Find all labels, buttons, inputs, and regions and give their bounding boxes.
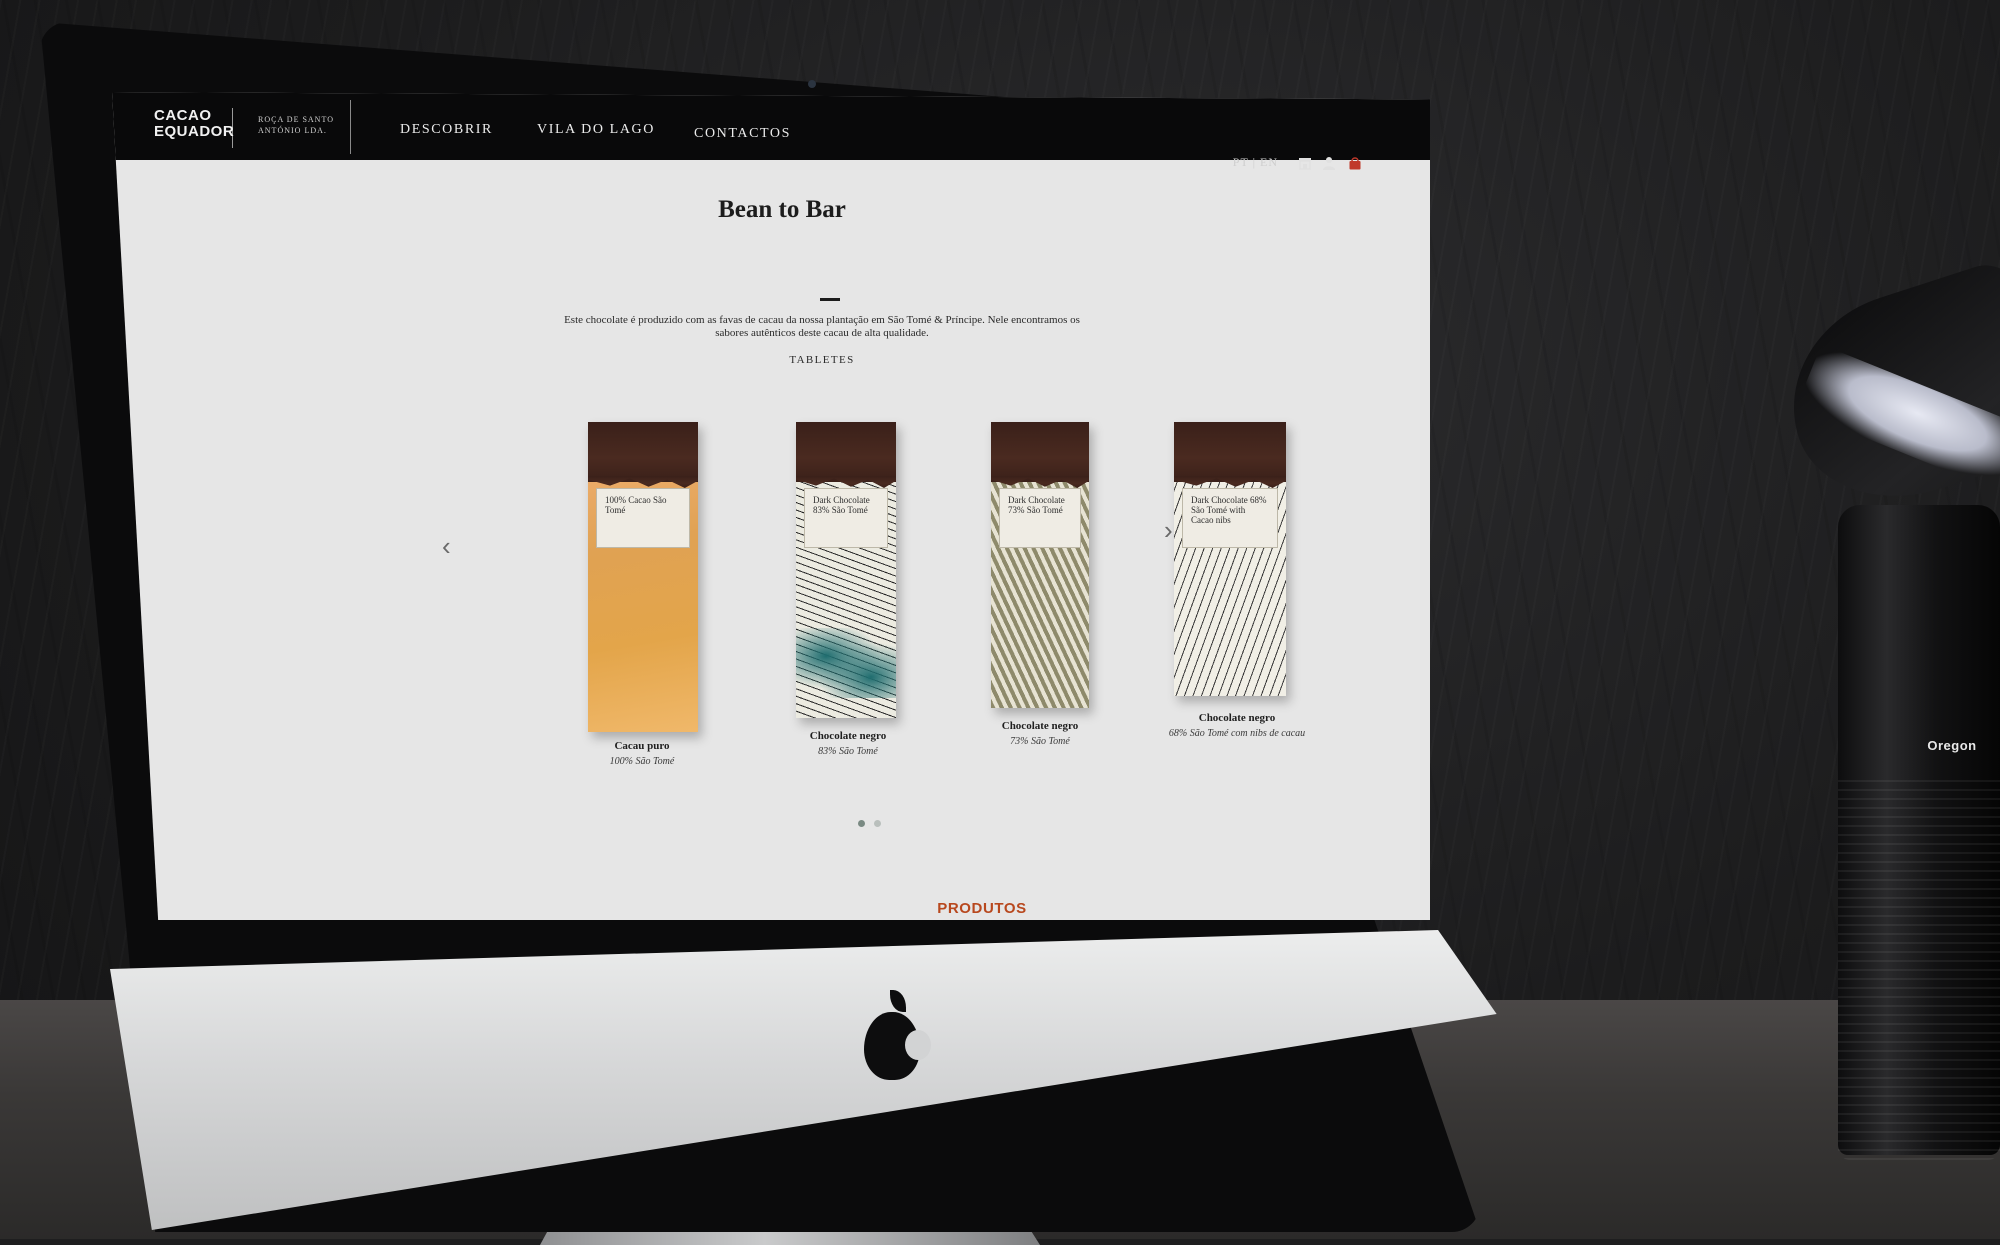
carousel-dot[interactable] — [874, 820, 881, 827]
nav-vila-do-lago[interactable]: VILA DO LAGO — [537, 122, 655, 138]
title-underline — [820, 298, 840, 301]
product-image-negro-68[interactable]: Dark Chocolate 68% São Tomé with Cacao n… — [1174, 422, 1286, 696]
logo-sub-line-1: ROÇA DE SANTO — [258, 115, 334, 124]
carousel-prev-arrow[interactable]: ‹ — [442, 533, 451, 559]
section-label-tabletes: TABLETES — [789, 354, 855, 366]
product-variant: 100% São Tomé — [609, 756, 675, 767]
site-header: CACAO EQUADOR ROÇA DE SANTO ANTÓNIO LDA.… — [112, 92, 1430, 160]
product-variant: 83% São Tomé — [818, 746, 878, 757]
product-name[interactable]: Cacau puro — [582, 740, 702, 752]
logo-subtitle: ROÇA DE SANTO ANTÓNIO LDA. — [258, 114, 348, 154]
product-name[interactable]: Chocolate negro — [1162, 712, 1312, 724]
product-image-negro-73[interactable]: Dark Chocolate 73% São Tomé — [991, 422, 1089, 708]
carousel-dot-active[interactable] — [858, 820, 865, 827]
section-description: Este chocolate é produzido com as favas … — [564, 314, 1080, 339]
screen-wrap: CACAO EQUADOR ROÇA DE SANTO ANTÓNIO LDA.… — [0, 0, 2000, 1239]
nav-descobrir[interactable]: DESCOBRIR — [400, 122, 493, 138]
pack-pattern — [796, 628, 896, 698]
website-screen: CACAO EQUADOR ROÇA DE SANTO ANTÓNIO LDA.… — [112, 92, 1430, 920]
pack-label: 100% Cacao São Tomé — [596, 488, 690, 548]
product-variant: 68% São Tomé com nibs de cacau — [1168, 728, 1306, 739]
chocolate-bar-top — [1174, 422, 1286, 482]
produtos-link[interactable]: PRODUTOS — [892, 900, 1072, 917]
carousel-next-arrow[interactable]: › — [1164, 517, 1173, 543]
product-name[interactable]: Chocolate negro — [788, 730, 908, 742]
site-logo[interactable]: CACAO EQUADOR — [154, 107, 235, 148]
logo-line-2: EQUADOR — [154, 123, 235, 140]
page-title: Bean to Bar — [718, 196, 846, 223]
product-variant: 73% São Tomé — [1010, 736, 1070, 747]
product-image-negro-83[interactable]: Dark Chocolate 83% São Tomé — [796, 422, 896, 718]
pack-label: Dark Chocolate 73% São Tomé — [999, 488, 1081, 548]
product-image-cacau-puro[interactable]: 100% Cacao São Tomé — [588, 422, 698, 732]
nav-contactos[interactable]: CONTACTOS — [694, 126, 791, 142]
pack-label: Dark Chocolate 68% São Tomé with Cacao n… — [1182, 488, 1278, 548]
pack-label: Dark Chocolate 83% São Tomé — [804, 488, 888, 548]
logo-sub-line-2: ANTÓNIO LDA. — [258, 126, 327, 135]
chocolate-bar-top — [588, 422, 698, 482]
chocolate-bar-top — [796, 422, 896, 482]
logo-line-1: CACAO — [154, 107, 212, 124]
product-name[interactable]: Chocolate negro — [980, 720, 1100, 732]
header-divider — [350, 100, 351, 154]
chocolate-bar-top — [991, 422, 1089, 482]
